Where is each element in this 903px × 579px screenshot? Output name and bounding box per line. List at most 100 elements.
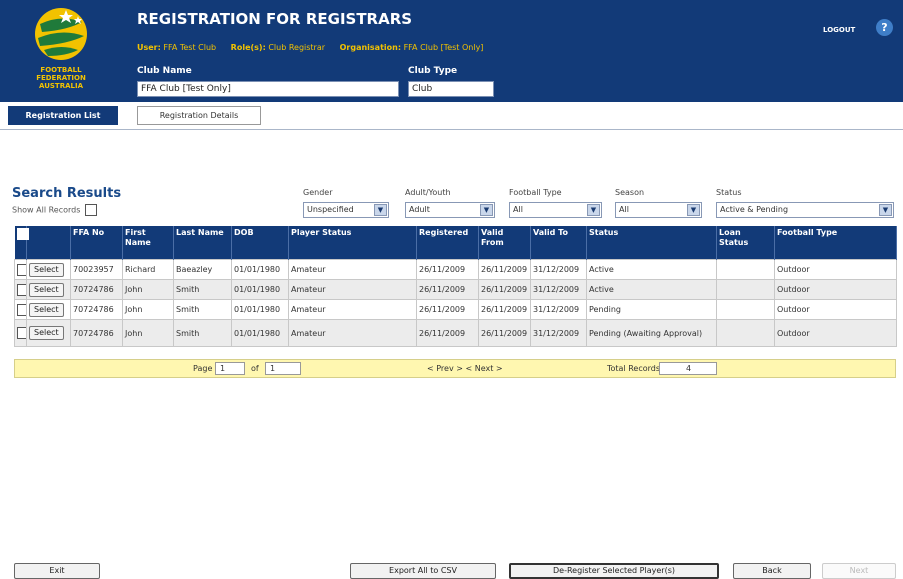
- cell-valid-from: 26/11/2009: [478, 319, 531, 347]
- cell-first-name: John: [122, 279, 174, 300]
- cell-first-name: Richard: [122, 259, 174, 280]
- football-type-select[interactable]: All ▼: [509, 202, 602, 218]
- next-button[interactable]: Next: [822, 563, 896, 579]
- show-all-checkbox[interactable]: [84, 204, 97, 216]
- club-type-field[interactable]: [408, 81, 494, 97]
- table-row: Select 70724786 John Smith 01/01/1980 Am…: [14, 299, 897, 320]
- cell-status: Pending: [586, 299, 717, 320]
- exit-button[interactable]: Exit: [14, 563, 100, 579]
- cell-player-status: Amateur: [288, 319, 417, 347]
- app-header: FOOTBALL FEDERATION AUSTRALIA REGISTRATI…: [0, 0, 903, 102]
- export-csv-button[interactable]: Export All to CSV: [350, 563, 496, 579]
- row-checkbox-cell: [14, 299, 27, 320]
- table-header-row: FFA No First Name Last Name DOB Player S…: [14, 226, 897, 260]
- select-button[interactable]: Select: [29, 326, 64, 340]
- roles-value: Club Registrar: [268, 43, 326, 52]
- chevron-down-icon: ▼: [587, 204, 600, 216]
- select-button[interactable]: Select: [29, 262, 64, 277]
- table-row: Select 70023957 Richard Baeazley 01/01/1…: [14, 259, 897, 280]
- row-checkbox[interactable]: [17, 283, 26, 296]
- status-select[interactable]: Active & Pending ▼: [716, 202, 894, 218]
- season-label: Season: [615, 188, 645, 197]
- column-header: Player Status: [288, 226, 417, 260]
- cell-ffa-no: 70023957: [70, 259, 123, 280]
- ffa-logo: FOOTBALL FEDERATION AUSTRALIA: [18, 6, 104, 100]
- row-checkbox[interactable]: [17, 327, 26, 339]
- column-header: Registered: [416, 226, 479, 260]
- table-row: Select 70724786 John Smith 01/01/1980 Am…: [14, 319, 897, 347]
- cell-valid-from: 26/11/2009: [478, 279, 531, 300]
- select-button[interactable]: Select: [29, 302, 64, 317]
- cell-football-type: Outdoor: [774, 299, 897, 320]
- cell-registered: 26/11/2009: [416, 319, 479, 347]
- tab-bar: Registration List Registration Details: [0, 102, 903, 130]
- row-checkbox[interactable]: [17, 303, 26, 316]
- select-cell: Select: [26, 299, 71, 320]
- page-input[interactable]: 1: [215, 362, 245, 375]
- deregister-button[interactable]: De-Register Selected Player(s): [509, 563, 719, 579]
- row-checkbox[interactable]: [17, 263, 26, 276]
- cell-last-name: Smith: [173, 319, 232, 347]
- cell-last-name: Baeazley: [173, 259, 232, 280]
- cell-ffa-no: 70724786: [70, 319, 123, 347]
- cell-registered: 26/11/2009: [416, 299, 479, 320]
- cell-dob: 01/01/1980: [231, 279, 289, 300]
- table-row: Select 70724786 John Smith 01/01/1980 Am…: [14, 279, 897, 300]
- status-value: Active & Pending: [720, 205, 789, 214]
- logout-link[interactable]: LOGOUT: [823, 26, 855, 34]
- football-type-label: Football Type: [509, 188, 562, 197]
- back-button[interactable]: Back: [733, 563, 811, 579]
- cell-valid-from: 26/11/2009: [478, 299, 531, 320]
- column-header: Football Type: [774, 226, 897, 260]
- cell-football-type: Outdoor: [774, 319, 897, 347]
- ffa-logo-icon: [35, 8, 87, 60]
- cell-last-name: Smith: [173, 279, 232, 300]
- cell-loan-status: [716, 319, 775, 347]
- tab-registration-details[interactable]: Registration Details: [137, 106, 261, 125]
- cell-first-name: John: [122, 319, 174, 347]
- row-checkbox-cell: [14, 259, 27, 280]
- column-header: Status: [586, 226, 717, 260]
- adult-youth-select[interactable]: Adult ▼: [405, 202, 495, 218]
- select-button[interactable]: Select: [29, 282, 64, 297]
- cell-dob: 01/01/1980: [231, 299, 289, 320]
- status-label: Status: [716, 188, 742, 197]
- row-checkbox-cell: [14, 319, 27, 347]
- show-all-records: Show All Records: [12, 204, 97, 216]
- page-count: 1: [265, 362, 301, 375]
- cell-loan-status: [716, 279, 775, 300]
- column-header: First Name: [122, 226, 174, 260]
- gender-select[interactable]: Unspecified ▼: [303, 202, 389, 218]
- gender-label: Gender: [303, 188, 333, 197]
- club-name-label: Club Name: [137, 66, 192, 76]
- column-header: Valid To: [530, 226, 587, 260]
- cell-valid-to: 31/12/2009: [530, 319, 587, 347]
- roles-label: Role(s):: [230, 43, 266, 52]
- logo-text: FOOTBALL FEDERATION AUSTRALIA: [36, 66, 86, 90]
- club-name-field[interactable]: [137, 81, 399, 97]
- cell-ffa-no: 70724786: [70, 279, 123, 300]
- prev-next-links[interactable]: < Prev > < Next >: [427, 364, 503, 373]
- column-header: Valid From: [478, 226, 531, 260]
- chevron-down-icon: ▼: [879, 204, 892, 216]
- season-select[interactable]: All ▼: [615, 202, 702, 218]
- column-header: Loan Status: [716, 226, 775, 260]
- cell-first-name: John: [122, 299, 174, 320]
- cell-status: Pending (Awaiting Approval): [586, 319, 717, 347]
- select-header: [26, 226, 71, 260]
- page-title: REGISTRATION FOR REGISTRARS: [137, 10, 413, 28]
- cell-valid-to: 31/12/2009: [530, 299, 587, 320]
- chevron-down-icon: ▼: [480, 204, 493, 216]
- select-all-checkbox[interactable]: [16, 228, 29, 240]
- column-header: DOB: [231, 226, 289, 260]
- cell-last-name: Smith: [173, 299, 232, 320]
- show-all-label: Show All Records: [12, 205, 81, 215]
- tab-registration-list[interactable]: Registration List: [8, 106, 118, 125]
- help-icon[interactable]: ?: [876, 19, 893, 36]
- cell-player-status: Amateur: [288, 279, 417, 300]
- cell-status: Active: [586, 259, 717, 280]
- select-cell: Select: [26, 319, 71, 347]
- cell-football-type: Outdoor: [774, 279, 897, 300]
- pager-bar: Page 1 of 1 < Prev > < Next > Total Reco…: [14, 359, 896, 378]
- cell-football-type: Outdoor: [774, 259, 897, 280]
